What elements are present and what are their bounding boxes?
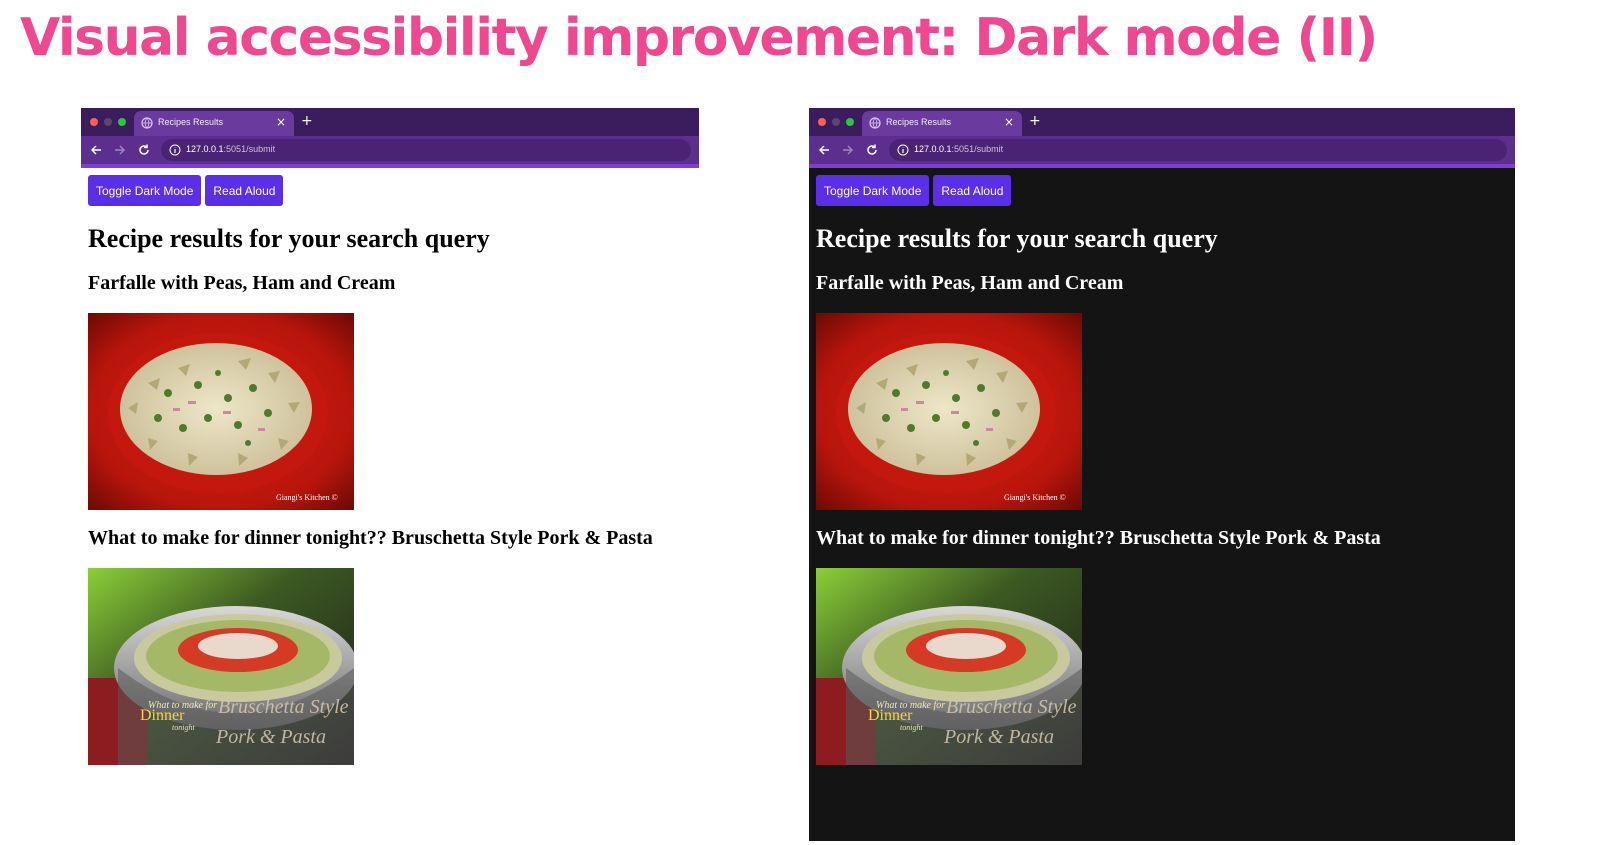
recipe-title[interactable]: Farfalle with Peas, Ham and Cream <box>816 271 1508 295</box>
light-mode-browser-window: Recipes Results × + 127.0.0.1:5051/submi… <box>81 108 699 772</box>
reload-icon[interactable] <box>865 143 879 157</box>
overlay-text: Dinner <box>140 707 185 724</box>
toggle-dark-mode-button[interactable]: Toggle Dark Mode <box>816 175 930 206</box>
overlay-text: tonight <box>900 723 923 732</box>
overlay-text: tonight <box>172 723 195 732</box>
read-aloud-button[interactable]: Read Aloud <box>205 175 284 206</box>
tab-bar: Recipes Results × + <box>81 108 699 136</box>
url-text: 127.0.0.1:5051/submit <box>914 144 1004 154</box>
globe-icon <box>141 117 153 129</box>
address-bar[interactable]: 127.0.0.1:5051/submit <box>161 139 691 161</box>
button-row: Toggle Dark Mode Read Aloud <box>88 175 692 206</box>
browser-toolbar: 127.0.0.1:5051/submit <box>809 136 1515 164</box>
new-tab-icon[interactable]: + <box>301 113 313 129</box>
overlay-text: Bruschetta Style <box>946 696 1077 718</box>
tab-bar: Recipes Results × + <box>809 108 1515 136</box>
overlay-text: Bruschetta Style <box>218 696 349 718</box>
reload-icon[interactable] <box>137 143 151 157</box>
address-bar[interactable]: 127.0.0.1:5051/submit <box>889 139 1507 161</box>
recipe-title[interactable]: What to make for dinner tonight?? Brusch… <box>88 526 692 550</box>
minimize-window-dot[interactable] <box>832 118 840 126</box>
overlay-text: Pork & Pasta <box>943 726 1054 748</box>
recipe-image-bruschetta-pasta[interactable]: What to make for Dinner tonight Bruschet… <box>816 568 1082 765</box>
dark-mode-browser-window: Recipes Results × + 127.0.0.1:5051/submi… <box>809 108 1515 841</box>
image-watermark: Giangi's Kitchen © <box>1004 493 1066 502</box>
close-window-dot[interactable] <box>90 118 98 126</box>
slide-title: Visual accessibility improvement: Dark m… <box>20 8 1378 68</box>
browser-chrome: Recipes Results × + 127.0.0.1:5051/submi… <box>81 108 699 168</box>
url-text: 127.0.0.1:5051/submit <box>186 144 276 154</box>
page-content: Toggle Dark Mode Read Aloud Recipe resul… <box>809 168 1515 772</box>
browser-tab[interactable]: Recipes Results × <box>862 111 1022 136</box>
maximize-window-dot[interactable] <box>118 118 126 126</box>
tab-close-icon[interactable]: × <box>276 115 286 129</box>
page-content: Toggle Dark Mode Read Aloud Recipe resul… <box>81 168 699 772</box>
image-watermark: Giangi's Kitchen © <box>276 493 338 502</box>
maximize-window-dot[interactable] <box>846 118 854 126</box>
recipe-title[interactable]: What to make for dinner tonight?? Brusch… <box>816 526 1508 550</box>
browser-toolbar: 127.0.0.1:5051/submit <box>81 136 699 164</box>
browser-chrome: Recipes Results × + 127.0.0.1:5051/submi… <box>809 108 1515 168</box>
site-info-icon[interactable] <box>169 144 181 156</box>
overlay-text: Pork & Pasta <box>215 726 326 748</box>
forward-arrow-icon[interactable] <box>113 143 127 157</box>
globe-icon <box>869 117 881 129</box>
back-arrow-icon[interactable] <box>89 143 103 157</box>
results-heading: Recipe results for your search query <box>88 224 490 253</box>
recipe-image-farfalle[interactable]: Giangi's Kitchen © <box>88 313 354 510</box>
new-tab-icon[interactable]: + <box>1029 113 1041 129</box>
recipe-image-farfalle[interactable]: Giangi's Kitchen © <box>816 313 1082 510</box>
read-aloud-button[interactable]: Read Aloud <box>933 175 1012 206</box>
recipe-image-bruschetta-pasta[interactable]: What to make for Dinner tonight Bruschet… <box>88 568 354 765</box>
recipe-title[interactable]: Farfalle with Peas, Ham and Cream <box>88 271 692 295</box>
minimize-window-dot[interactable] <box>104 118 112 126</box>
site-info-icon[interactable] <box>897 144 909 156</box>
overlay-text: Dinner <box>868 707 913 724</box>
tab-title: Recipes Results <box>158 117 224 127</box>
browser-tab[interactable]: Recipes Results × <box>134 111 294 136</box>
back-arrow-icon[interactable] <box>817 143 831 157</box>
results-heading: Recipe results for your search query <box>816 224 1218 253</box>
tab-title: Recipes Results <box>886 117 952 127</box>
tab-close-icon[interactable]: × <box>1004 115 1014 129</box>
toggle-dark-mode-button[interactable]: Toggle Dark Mode <box>88 175 202 206</box>
close-window-dot[interactable] <box>818 118 826 126</box>
forward-arrow-icon[interactable] <box>841 143 855 157</box>
button-row: Toggle Dark Mode Read Aloud <box>816 175 1508 206</box>
